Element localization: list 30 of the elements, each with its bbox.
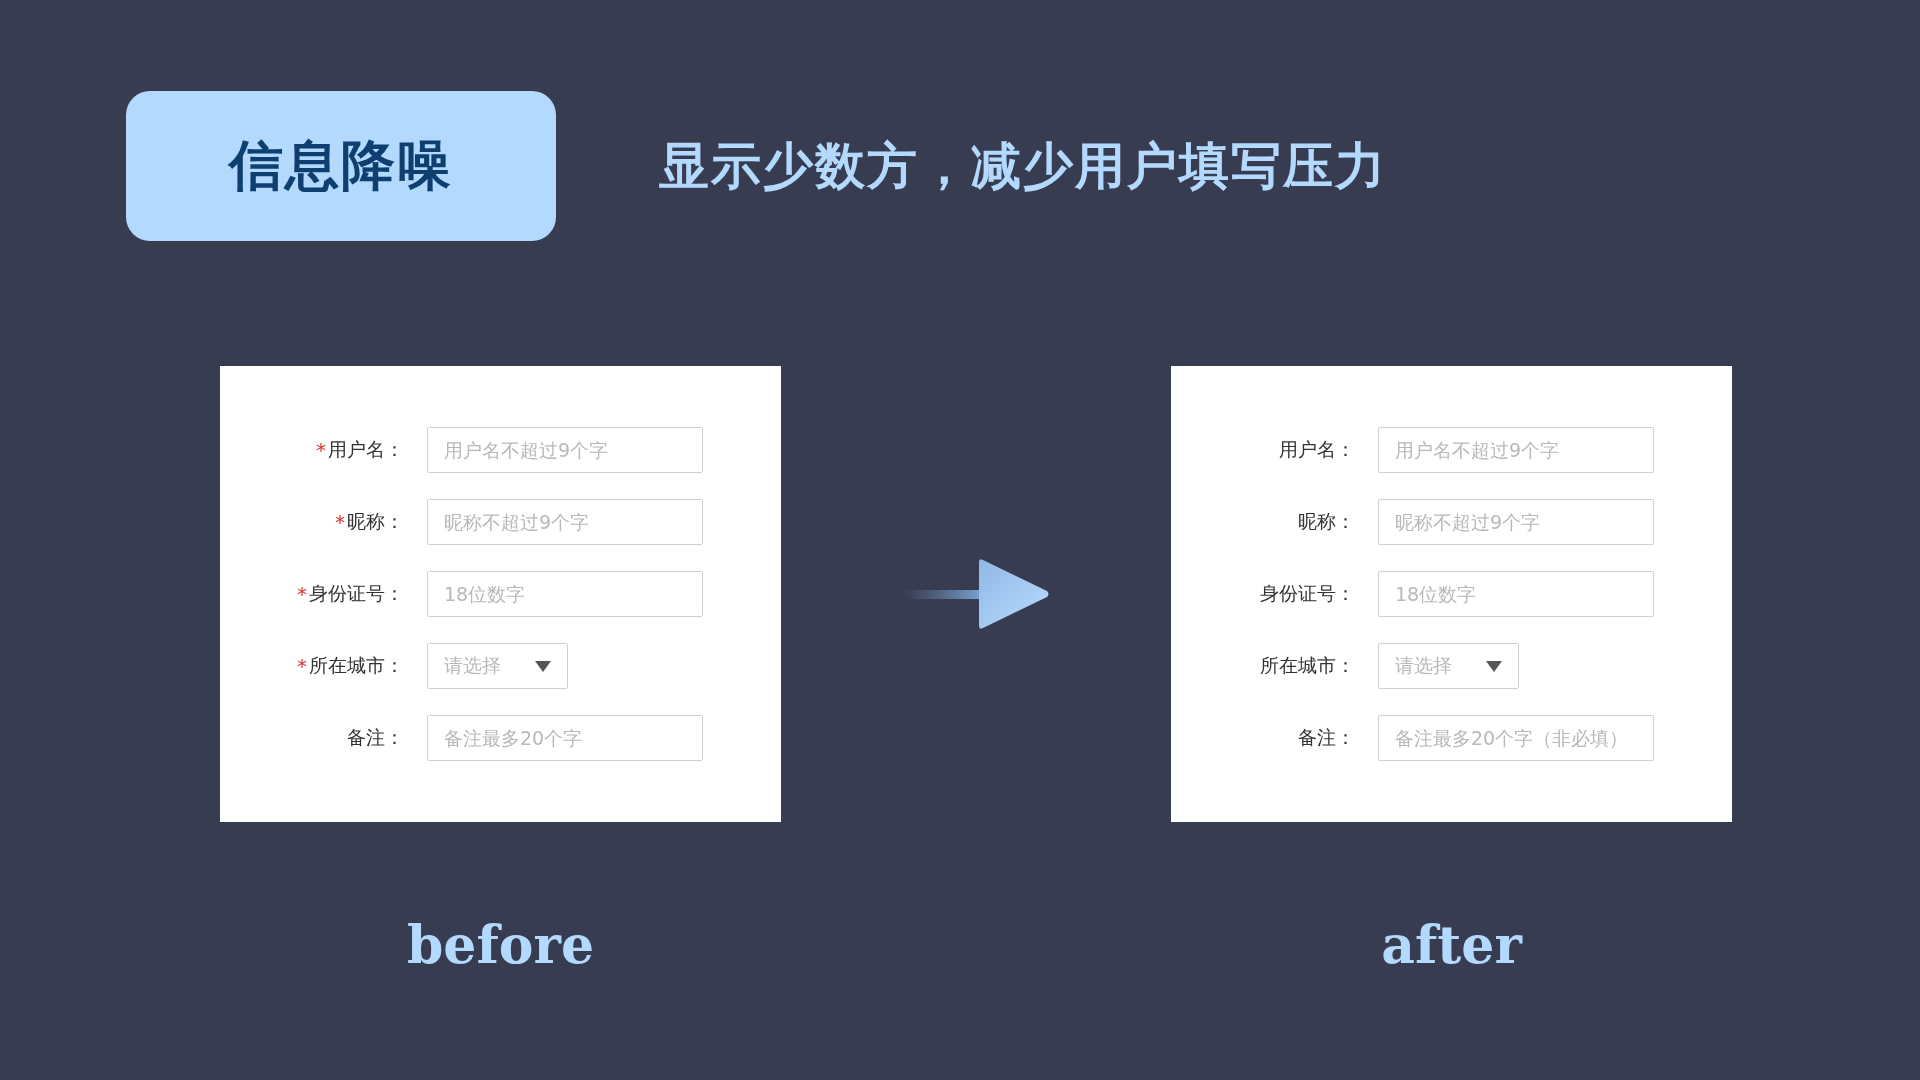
input-field[interactable]: 用户名不超过9个字 bbox=[427, 427, 703, 473]
input-field[interactable]: 18位数字 bbox=[1378, 571, 1654, 617]
field-label: 身份证号： bbox=[1260, 581, 1355, 606]
caption: after bbox=[1381, 914, 1522, 975]
field-label: 所在城市： bbox=[1260, 653, 1355, 678]
field-label: 用户名： bbox=[1279, 437, 1355, 462]
input-field[interactable]: 用户名不超过9个字 bbox=[1378, 427, 1654, 473]
required-mark: * bbox=[316, 438, 326, 462]
required-mark: * bbox=[297, 654, 307, 678]
field-label: 身份证号： bbox=[309, 581, 404, 606]
input-field[interactable]: 备注最多20个字（非必填） bbox=[1378, 715, 1654, 761]
subtitle: 显示少数方，减少用户填写压力 bbox=[659, 134, 1387, 197]
caption: before bbox=[407, 914, 594, 975]
field-label: 昵称： bbox=[1298, 509, 1355, 534]
select-field[interactable]: 请选择 bbox=[1378, 643, 1519, 689]
input-field[interactable]: 18位数字 bbox=[427, 571, 703, 617]
required-mark: * bbox=[335, 510, 345, 534]
caret-icon bbox=[1486, 660, 1502, 672]
input-field[interactable]: 昵称不超过9个字 bbox=[1378, 499, 1654, 545]
field-label: 用户名： bbox=[328, 437, 404, 462]
caret-icon bbox=[535, 660, 551, 672]
field-label: 昵称： bbox=[347, 509, 404, 534]
select-field[interactable]: 请选择 bbox=[427, 643, 568, 689]
title-badge: 信息降噪 bbox=[126, 91, 556, 241]
required-mark: * bbox=[297, 582, 307, 606]
field-label: 备注： bbox=[347, 725, 404, 750]
input-field[interactable]: 昵称不超过9个字 bbox=[427, 499, 703, 545]
field-label: 备注： bbox=[1298, 725, 1355, 750]
input-field[interactable]: 备注最多20个字 bbox=[427, 715, 703, 761]
field-label: 所在城市： bbox=[309, 653, 404, 678]
